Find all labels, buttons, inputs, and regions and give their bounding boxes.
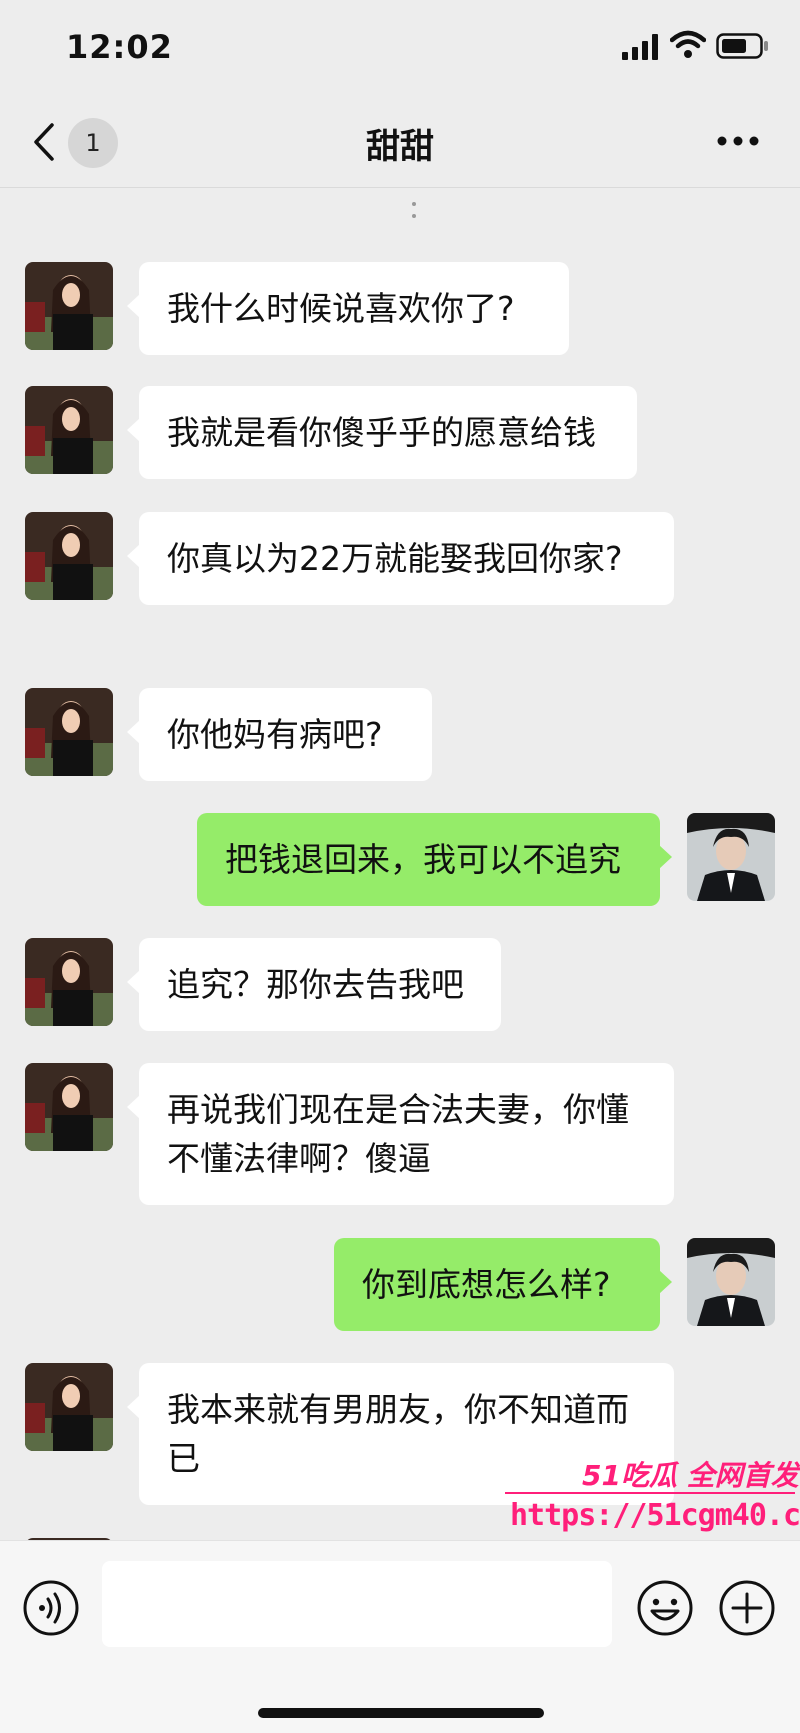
user-avatar[interactable]: [687, 1238, 775, 1326]
chevron-left-icon[interactable]: [30, 121, 58, 163]
message-bubble[interactable]: 追究？那你去告我吧: [127, 938, 501, 1031]
signal-icon: [622, 34, 658, 60]
watermark-url: https://51cgm40.com: [510, 1498, 800, 1533]
voice-icon[interactable]: [22, 1579, 80, 1637]
battery-icon: [716, 33, 768, 59]
message-list[interactable]: 我什么时候说喜欢你了? 我就是看你傻乎乎的愿意给钱 你真以为22万就能娶我回你家…: [0, 188, 800, 1540]
watermark: 51吃瓜 全网首发 https://51cgm40.com: [500, 1446, 800, 1546]
status-time: 12:02: [66, 28, 173, 66]
contact-avatar[interactable]: [25, 386, 113, 474]
contact-avatar[interactable]: [25, 1063, 113, 1151]
message-input[interactable]: [102, 1561, 612, 1647]
message-bubble[interactable]: 再说我们现在是合法夫妻，你懂不懂法律啊？傻逼: [127, 1063, 674, 1205]
contact-avatar[interactable]: [25, 938, 113, 1026]
message-bubble[interactable]: 把钱退回来，我可以不追究: [197, 813, 672, 906]
status-bar: 12:02: [0, 0, 800, 95]
chat-header: 1 甜甜: [0, 95, 800, 188]
user-avatar[interactable]: [687, 813, 775, 901]
contact-avatar[interactable]: [25, 512, 113, 600]
message-bubble[interactable]: 我什么时候说喜欢你了?: [127, 262, 569, 355]
plus-icon[interactable]: [718, 1579, 776, 1637]
chat-title: 甜甜: [366, 127, 434, 167]
wifi-icon: [670, 30, 706, 58]
message-bubble[interactable]: 我就是看你傻乎乎的愿意给钱: [127, 386, 637, 479]
message-bubble[interactable]: 你他妈有病吧?: [127, 688, 432, 781]
home-indicator[interactable]: [258, 1708, 544, 1718]
contact-avatar[interactable]: [25, 688, 113, 776]
contact-avatar[interactable]: [25, 1363, 113, 1451]
emoji-icon[interactable]: [636, 1579, 694, 1637]
input-bar: [0, 1540, 800, 1733]
contact-avatar[interactable]: [25, 262, 113, 350]
watermark-title: 51吃瓜 全网首发: [582, 1459, 799, 1492]
message-bubble[interactable]: 你真以为22万就能娶我回你家?: [127, 512, 674, 605]
message-bubble[interactable]: 你到底想怎么样?: [334, 1238, 672, 1331]
more-dots-icon[interactable]: [716, 135, 760, 147]
watermark-divider: [505, 1492, 795, 1494]
unread-count-badge[interactable]: 1: [68, 118, 118, 168]
